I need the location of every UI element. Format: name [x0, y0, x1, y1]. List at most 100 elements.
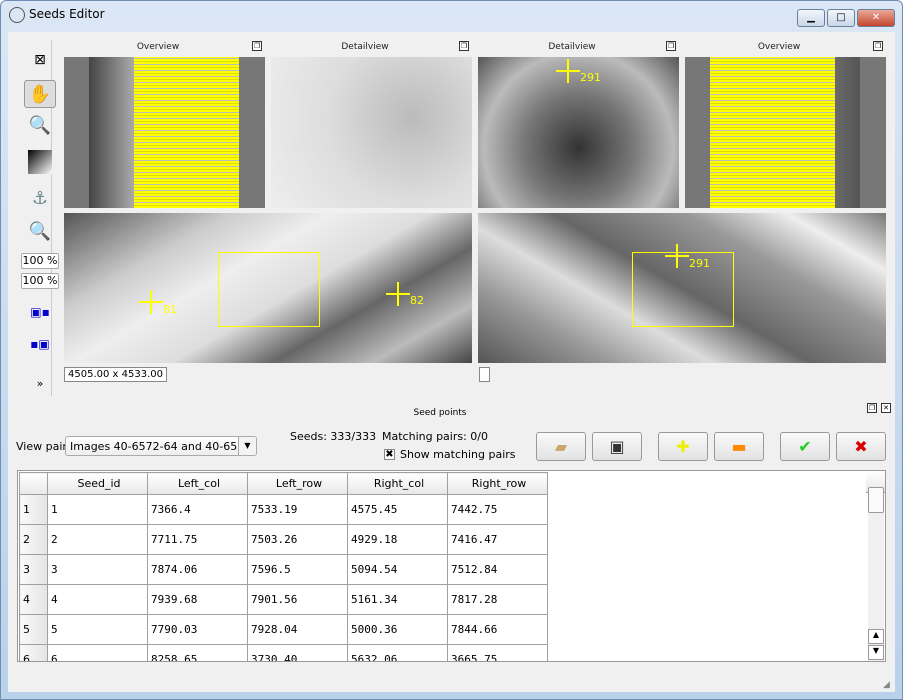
table-cell[interactable]: 7533.19 — [247, 494, 348, 525]
row-header[interactable]: 6 — [19, 644, 48, 661]
zoom-icon[interactable]: 🔍 — [24, 112, 56, 140]
remove-icon: ▬ — [731, 437, 747, 456]
row-header[interactable]: 5 — [19, 614, 48, 645]
add-icon: ✚ — [676, 437, 690, 456]
table-cell[interactable]: 7844.66 — [447, 614, 548, 645]
anchor-hand-icon[interactable]: ⚓ — [24, 185, 56, 213]
table-cell[interactable]: 4575.45 — [347, 494, 448, 525]
table-cell[interactable]: 4929.18 — [347, 524, 448, 555]
vertical-scrollbar[interactable]: ▲ ▼ — [868, 487, 884, 661]
cancel-button[interactable]: ✖ — [836, 432, 886, 461]
resize-grip-icon[interactable]: ◢ — [883, 680, 890, 690]
column-header[interactable]: Left_col — [147, 472, 248, 495]
row-header[interactable]: 1 — [19, 494, 48, 525]
float-icon[interactable]: ❐ — [873, 41, 883, 51]
table-cell[interactable]: 5000.36 — [347, 614, 448, 645]
table-cell[interactable]: 1 — [47, 494, 148, 525]
close-button[interactable]: ✕ — [857, 9, 895, 27]
link-right-icon[interactable]: ▪▣ — [24, 330, 56, 358]
overview-left-view[interactable] — [64, 57, 265, 208]
accept-button[interactable]: ✔ — [780, 432, 830, 461]
reset-view-icon[interactable]: ⊠ — [24, 46, 56, 74]
view-pair-select[interactable]: Images 40-6572-64 and 40-6573- ▼ — [65, 436, 257, 456]
scroll-down-icon[interactable]: ▼ — [868, 645, 884, 660]
open-button[interactable]: ▰ — [536, 432, 586, 461]
table-row[interactable]: 2 2 7711.75 7503.26 4929.18 7416.47 — [19, 524, 548, 555]
table-cell[interactable]: 5 — [47, 614, 148, 645]
column-header[interactable]: Seed_id — [47, 472, 148, 495]
seed-marker[interactable] — [665, 244, 689, 268]
table-cell[interactable]: 8258.65 — [147, 644, 248, 661]
table-cell[interactable]: 7939.68 — [147, 584, 248, 615]
contrast-icon[interactable] — [28, 150, 52, 174]
scrollbar-thumb[interactable] — [868, 487, 884, 513]
column-header[interactable]: Right_col — [347, 472, 448, 495]
seed-marker[interactable] — [386, 282, 410, 306]
right-size-readout — [479, 367, 490, 382]
table-cell[interactable]: 5094.54 — [347, 554, 448, 585]
row-header[interactable]: 2 — [19, 524, 48, 555]
detailview-left-view[interactable] — [271, 57, 472, 208]
right-image-view[interactable]: 291 — [478, 213, 886, 363]
table-cell[interactable]: 7817.28 — [447, 584, 548, 615]
seed-label: 291 — [580, 71, 601, 84]
table-cell[interactable]: 7442.75 — [447, 494, 548, 525]
table-cell[interactable]: 3665.75 — [447, 644, 548, 661]
table-cell[interactable]: 7416.47 — [447, 524, 548, 555]
row-header[interactable]: 4 — [19, 584, 48, 615]
zoom-right-field[interactable]: 100 % — [21, 273, 59, 289]
table-cell[interactable]: 4 — [47, 584, 148, 615]
table-row[interactable]: 5 5 7790.03 7928.04 5000.36 7844.66 — [19, 614, 548, 645]
table-cell[interactable]: 7874.06 — [147, 554, 248, 585]
table-cell[interactable]: 3730.40 — [247, 644, 348, 661]
chevron-down-icon[interactable]: ▼ — [238, 437, 256, 455]
float-icon[interactable]: ❐ — [252, 41, 262, 51]
row-header[interactable]: 3 — [19, 554, 48, 585]
table-cell[interactable]: 7512.84 — [447, 554, 548, 585]
link-left-icon[interactable]: ▣▪ — [24, 298, 56, 326]
table-cell[interactable]: 5632.06 — [347, 644, 448, 661]
table-row[interactable]: 1 1 7366.4 7533.19 4575.45 7442.75 — [19, 494, 548, 525]
table-cell[interactable]: 7928.04 — [247, 614, 348, 645]
overview-right-view[interactable] — [685, 57, 886, 208]
scroll-up-icon[interactable]: ▲ — [868, 629, 884, 644]
table-cell[interactable]: 7366.4 — [147, 494, 248, 525]
seed-marker[interactable] — [556, 59, 580, 83]
remove-seed-button[interactable]: ▬ — [714, 432, 764, 461]
float-icon[interactable]: ❐ — [459, 41, 469, 51]
more-tools-icon[interactable]: » — [24, 370, 56, 398]
float-icon[interactable]: ❐ — [867, 403, 877, 413]
pan-hand-icon[interactable]: ✋ — [24, 80, 56, 108]
table-cell[interactable]: 5161.34 — [347, 584, 448, 615]
table-cell[interactable]: 2 — [47, 524, 148, 555]
table-cell[interactable]: 7901.56 — [247, 584, 348, 615]
table-cell[interactable]: 7596.5 — [247, 554, 348, 585]
table-cell[interactable]: 3 — [47, 554, 148, 585]
zoom-equal-icon[interactable]: 🔍 — [24, 218, 56, 246]
detailview-right-view[interactable]: 291 — [478, 57, 679, 208]
add-seed-button[interactable]: ✚ — [658, 432, 708, 461]
table-row[interactable]: 4 4 7939.68 7901.56 5161.34 7817.28 — [19, 584, 548, 615]
minimize-button[interactable]: ▁ — [797, 9, 825, 27]
seed-marker[interactable] — [139, 290, 163, 314]
table-row[interactable]: 6 6 8258.65 3730.40 5632.06 3665.75 — [19, 644, 548, 661]
float-icon[interactable]: ❐ — [666, 41, 676, 51]
save-button[interactable]: ▣ — [592, 432, 642, 461]
close-panel-icon[interactable]: ✕ — [881, 403, 891, 413]
table-cell[interactable]: 7711.75 — [147, 524, 248, 555]
open-folder-icon: ▰ — [554, 437, 568, 456]
zoom-left-field[interactable]: 100 % — [21, 253, 59, 269]
table-cell[interactable]: 7503.26 — [247, 524, 348, 555]
show-matching-label: Show matching pairs — [400, 448, 516, 461]
column-header[interactable]: Left_row — [247, 472, 348, 495]
seed-label: 291 — [689, 257, 710, 270]
overview-right-title: Overview — [757, 42, 801, 52]
table-row[interactable]: 3 3 7874.06 7596.5 5094.54 7512.84 — [19, 554, 548, 585]
maximize-button[interactable]: □ — [827, 9, 855, 27]
left-image-view[interactable]: 81 82 — [64, 213, 472, 363]
corner-header[interactable] — [19, 472, 48, 495]
table-cell[interactable]: 7790.03 — [147, 614, 248, 645]
show-matching-checkbox[interactable]: ✖ — [384, 449, 395, 460]
column-header[interactable]: Right_row — [447, 472, 548, 495]
table-cell[interactable]: 6 — [47, 644, 148, 661]
